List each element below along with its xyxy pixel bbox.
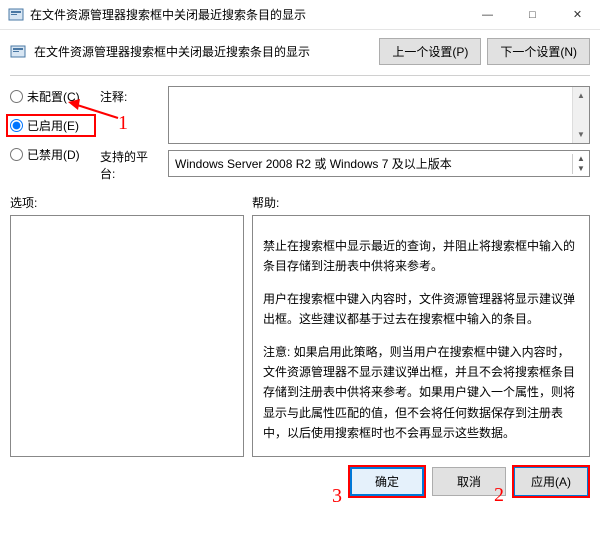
platforms-up-icon[interactable]: ▲ <box>573 154 589 164</box>
help-paragraph-1: 禁止在搜索框中显示最近的查询，并阻止将搜索框中输入的条目存储到注册表中供将来参考… <box>263 236 579 277</box>
platforms-value: Windows Server 2008 R2 或 Windows 7 及以上版本 <box>175 155 572 172</box>
radio-not-configured[interactable]: 未配置(C) <box>10 88 92 105</box>
radio-disabled[interactable]: 已禁用(D) <box>10 146 92 163</box>
platforms-down-icon[interactable]: ▼ <box>573 164 589 174</box>
options-header: 选项: <box>10 194 244 211</box>
close-button[interactable]: ✕ <box>555 0 600 30</box>
radio-disabled-label: 已禁用(D) <box>27 146 80 163</box>
help-header: 帮助: <box>252 194 590 211</box>
maximize-button[interactable]: □ <box>510 0 555 30</box>
radio-enabled-input[interactable] <box>10 119 23 132</box>
radio-not-configured-input[interactable] <box>10 90 23 103</box>
policy-title: 在文件资源管理器搜索框中关闭最近搜索条目的显示 <box>34 43 371 60</box>
help-paragraph-3: 注意: 如果启用此策略，则当用户在搜索框中键入内容时，文件资源管理器不显示建议弹… <box>263 342 579 444</box>
comment-textarea[interactable]: ▲ ▼ <box>168 86 590 144</box>
options-pane <box>10 215 244 457</box>
help-pane: 禁止在搜索框中显示最近的查询，并阻止将搜索框中输入的条目存储到注册表中供将来参考… <box>252 215 590 457</box>
radio-not-configured-label: 未配置(C) <box>27 88 80 105</box>
next-setting-button[interactable]: 下一个设置(N) <box>487 38 590 65</box>
separator <box>10 75 590 76</box>
scroll-up-icon[interactable]: ▲ <box>573 87 589 104</box>
window-title: 在文件资源管理器搜索框中关闭最近搜索条目的显示 <box>30 6 465 23</box>
apply-button[interactable]: 应用(A) <box>514 467 588 496</box>
minimize-button[interactable]: — <box>465 0 510 30</box>
app-icon <box>8 7 24 23</box>
platforms-field: Windows Server 2008 R2 或 Windows 7 及以上版本… <box>168 150 590 177</box>
prev-setting-button[interactable]: 上一个设置(P) <box>379 38 481 65</box>
platforms-label: 支持的平台: <box>100 148 160 182</box>
comment-label: 注释: <box>100 86 160 148</box>
radio-disabled-input[interactable] <box>10 148 23 161</box>
title-bar: 在文件资源管理器搜索框中关闭最近搜索条目的显示 — □ ✕ <box>0 0 600 30</box>
help-paragraph-2: 用户在搜索框中键入内容时，文件资源管理器将显示建议弹出框。这些建议都基于过去在搜… <box>263 289 579 330</box>
cancel-button[interactable]: 取消 <box>432 467 506 496</box>
radio-enabled[interactable]: 已启用(E) <box>6 114 96 137</box>
footer: 确定 取消 应用(A) <box>0 457 600 504</box>
radio-enabled-label: 已启用(E) <box>27 117 79 134</box>
scroll-down-icon[interactable]: ▼ <box>573 126 589 143</box>
policy-icon <box>10 44 26 60</box>
ok-button[interactable]: 确定 <box>350 467 424 496</box>
comment-scrollbar[interactable]: ▲ ▼ <box>572 87 589 143</box>
